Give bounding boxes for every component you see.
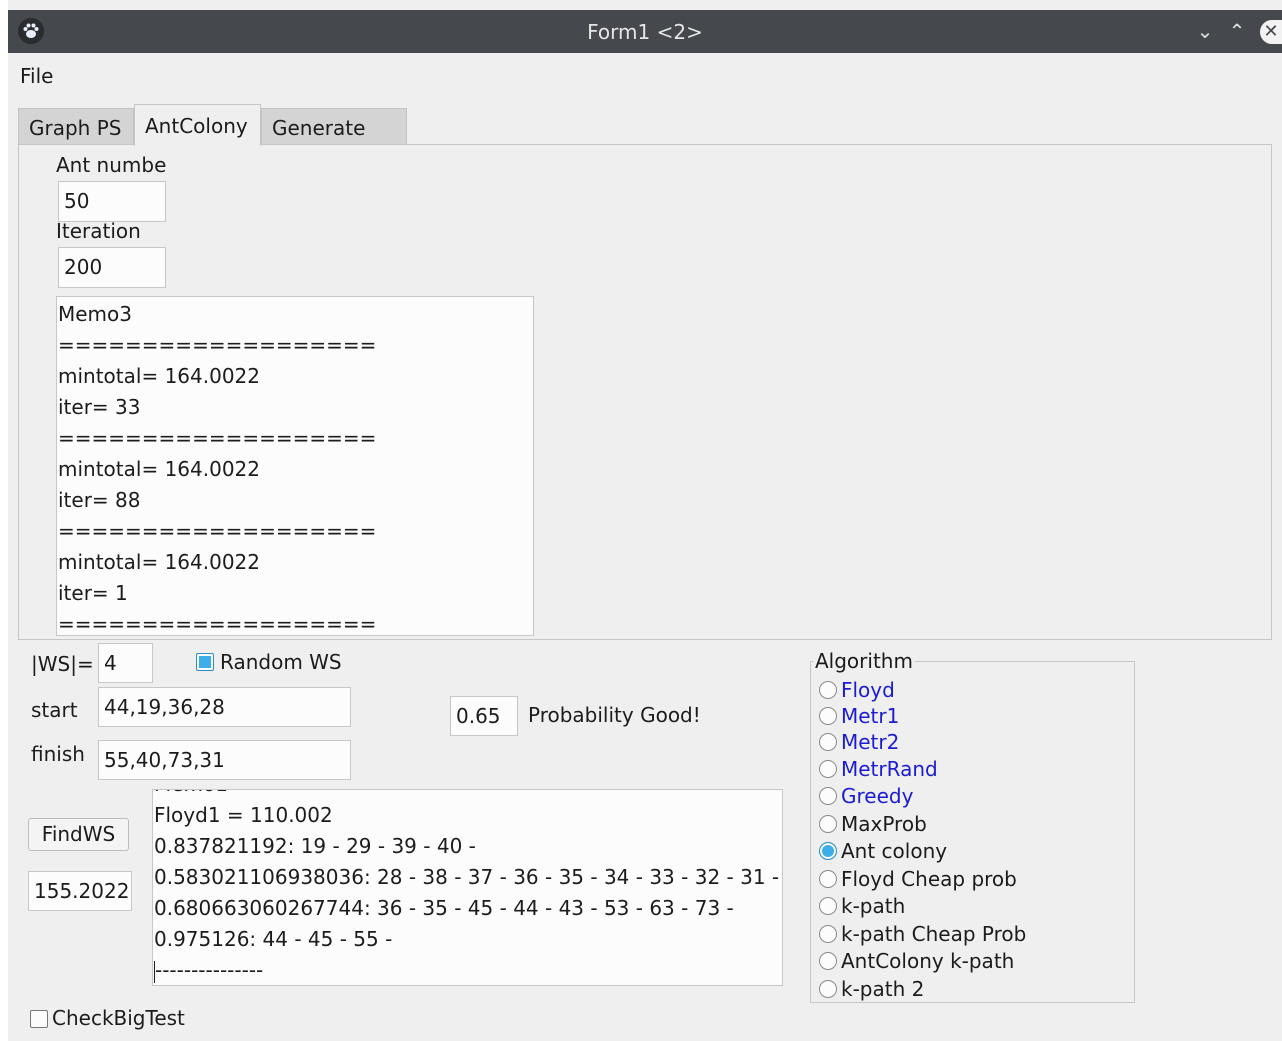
checkbigtest-checkbox[interactable]	[30, 1010, 48, 1028]
radio-button[interactable]	[819, 951, 837, 970]
memo1-line: 0.583021106938036: 28 - 38 - 37 - 36 - 3…	[154, 865, 780, 889]
radio-ant-colony[interactable]: Ant colony	[819, 839, 947, 866]
radio-button[interactable]	[819, 706, 837, 725]
tab-generate-ps[interactable]: Generate PS	[261, 108, 407, 178]
radio-label: k-path 2	[841, 977, 925, 1001]
menu-bar: File	[8, 54, 1282, 98]
radio-button-selected[interactable]	[819, 841, 837, 860]
memo3-line: mintotal= 164.0022	[58, 364, 260, 388]
memo3-line: iter= 88	[58, 488, 141, 512]
window-title: Form1 <2>	[587, 20, 703, 44]
memo1-line: 0.837821192: 19 - 29 - 39 - 40 -	[154, 834, 476, 858]
finish-input[interactable]: 55,40,73,31	[98, 740, 351, 780]
memo1-dash-line: ---------------	[155, 958, 264, 982]
radio-label: MetrRand	[841, 757, 938, 781]
radio-floyd[interactable]: Floyd	[819, 678, 895, 705]
radio-maxprob[interactable]: MaxProb	[819, 812, 927, 839]
maximize-icon[interactable]: ⌃	[1222, 16, 1252, 46]
memo1-line: 0.975126: 44 - 45 - 55 -	[154, 927, 393, 951]
memo1-line: 0.680663060267744: 36 - 35 - 45 - 44 - 4…	[154, 896, 734, 920]
radio-metrrand[interactable]: MetrRand	[819, 757, 938, 784]
probability-label: Probability Good!	[528, 703, 701, 727]
probability-input[interactable]: 0.65	[450, 696, 518, 736]
memo3-line: mintotal= 164.0022	[58, 550, 260, 574]
memo3-line: iter= 1	[58, 581, 128, 605]
random-ws-label: Random WS	[220, 650, 342, 674]
menu-file[interactable]: File	[20, 64, 53, 88]
radio-button[interactable]	[819, 680, 837, 699]
algorithm-title: Algorithm	[813, 649, 915, 673]
radio-label: Ant colony	[841, 839, 948, 863]
radio-antcolony-k-path[interactable]: AntColony k-path	[819, 949, 1014, 976]
random-ws-checkbox[interactable]	[196, 653, 214, 671]
memo3-line: ===================	[58, 426, 377, 450]
radio-label: Greedy	[841, 784, 914, 808]
checkbigtest-label: CheckBigTest	[52, 1006, 185, 1030]
radio-button[interactable]	[819, 896, 837, 915]
memo1-textarea[interactable]: Memo1 Floyd1 = 110.002 0.837821192: 19 -…	[152, 789, 783, 986]
radio-label: k-path Cheap Prob	[841, 922, 1027, 946]
radio-label: Metr1	[841, 704, 900, 728]
memo3-line: mintotal= 164.0022	[58, 457, 260, 481]
memo3-line: ===================	[58, 333, 377, 357]
ws-count-input[interactable]: 4	[98, 643, 153, 683]
radio-button[interactable]	[819, 814, 837, 833]
ant-number-input[interactable]: 50	[58, 181, 166, 222]
iteration-label: Iteration	[56, 219, 141, 243]
radio-label: k-path	[841, 894, 906, 918]
radio-button[interactable]	[819, 759, 837, 778]
antcolony-tab-panel: Ant numbe 50 Iteration 200 Memo3 =======…	[18, 144, 1272, 640]
radio-floyd-cheap-prob[interactable]: Floyd Cheap prob	[819, 867, 1017, 894]
start-input[interactable]: 44,19,36,28	[98, 687, 351, 727]
close-icon[interactable]: ✕	[1260, 20, 1282, 44]
memo3-line: Memo3	[58, 302, 133, 326]
radio-label: Metr2	[841, 730, 900, 754]
radio-button[interactable]	[819, 869, 837, 888]
radio-button[interactable]	[819, 732, 837, 751]
radio-k-path-2[interactable]: k-path 2	[819, 977, 924, 1004]
tab-graph-ps[interactable]: Graph PS	[18, 108, 134, 145]
memo3-textarea[interactable]: Memo3 =================== mintotal= 164.…	[56, 296, 534, 636]
tab-antcolony[interactable]: AntColony	[134, 104, 261, 146]
radio-button[interactable]	[819, 924, 837, 943]
radio-label: Floyd	[841, 678, 895, 702]
title-bar[interactable]: Form1 <2> ⌄ ⌃ ✕	[8, 10, 1282, 53]
result-input[interactable]: 155.2022	[28, 871, 132, 911]
memo1-line: Floyd1 = 110.002	[154, 803, 333, 827]
ant-number-label: Ant numbe	[56, 153, 167, 177]
radio-k-path-cheap-prob[interactable]: k-path Cheap Prob	[819, 922, 1026, 949]
radio-label: Floyd Cheap prob	[841, 867, 1017, 891]
radio-label: AntColony k-path	[841, 949, 1015, 973]
radio-button[interactable]	[819, 786, 837, 805]
memo3-line: ===================	[58, 519, 377, 543]
findws-button[interactable]: FindWS	[28, 818, 129, 851]
radio-label: MaxProb	[841, 812, 927, 836]
start-label: start	[31, 698, 78, 722]
radio-metr2[interactable]: Metr2	[819, 730, 899, 757]
radio-button[interactable]	[819, 979, 837, 998]
iteration-input[interactable]: 200	[58, 247, 166, 288]
radio-metr1[interactable]: Metr1	[819, 704, 899, 731]
ws-label: |WS|=	[31, 652, 94, 676]
minimize-icon[interactable]: ⌄	[1190, 16, 1220, 46]
window-edge	[0, 0, 8, 1041]
radio-greedy[interactable]: Greedy	[819, 784, 913, 811]
radio-k-path[interactable]: k-path	[819, 894, 905, 921]
finish-label: finish	[31, 742, 85, 766]
memo3-line: ===================	[58, 612, 377, 636]
algorithm-groupbox: Algorithm Floyd Metr1 Metr2 MetrRand Gre…	[810, 649, 1135, 1004]
memo3-line: iter= 33	[58, 395, 141, 419]
memo1-header-line: Memo1	[153, 790, 782, 800]
memo1-line: ---------------	[153, 955, 782, 985]
